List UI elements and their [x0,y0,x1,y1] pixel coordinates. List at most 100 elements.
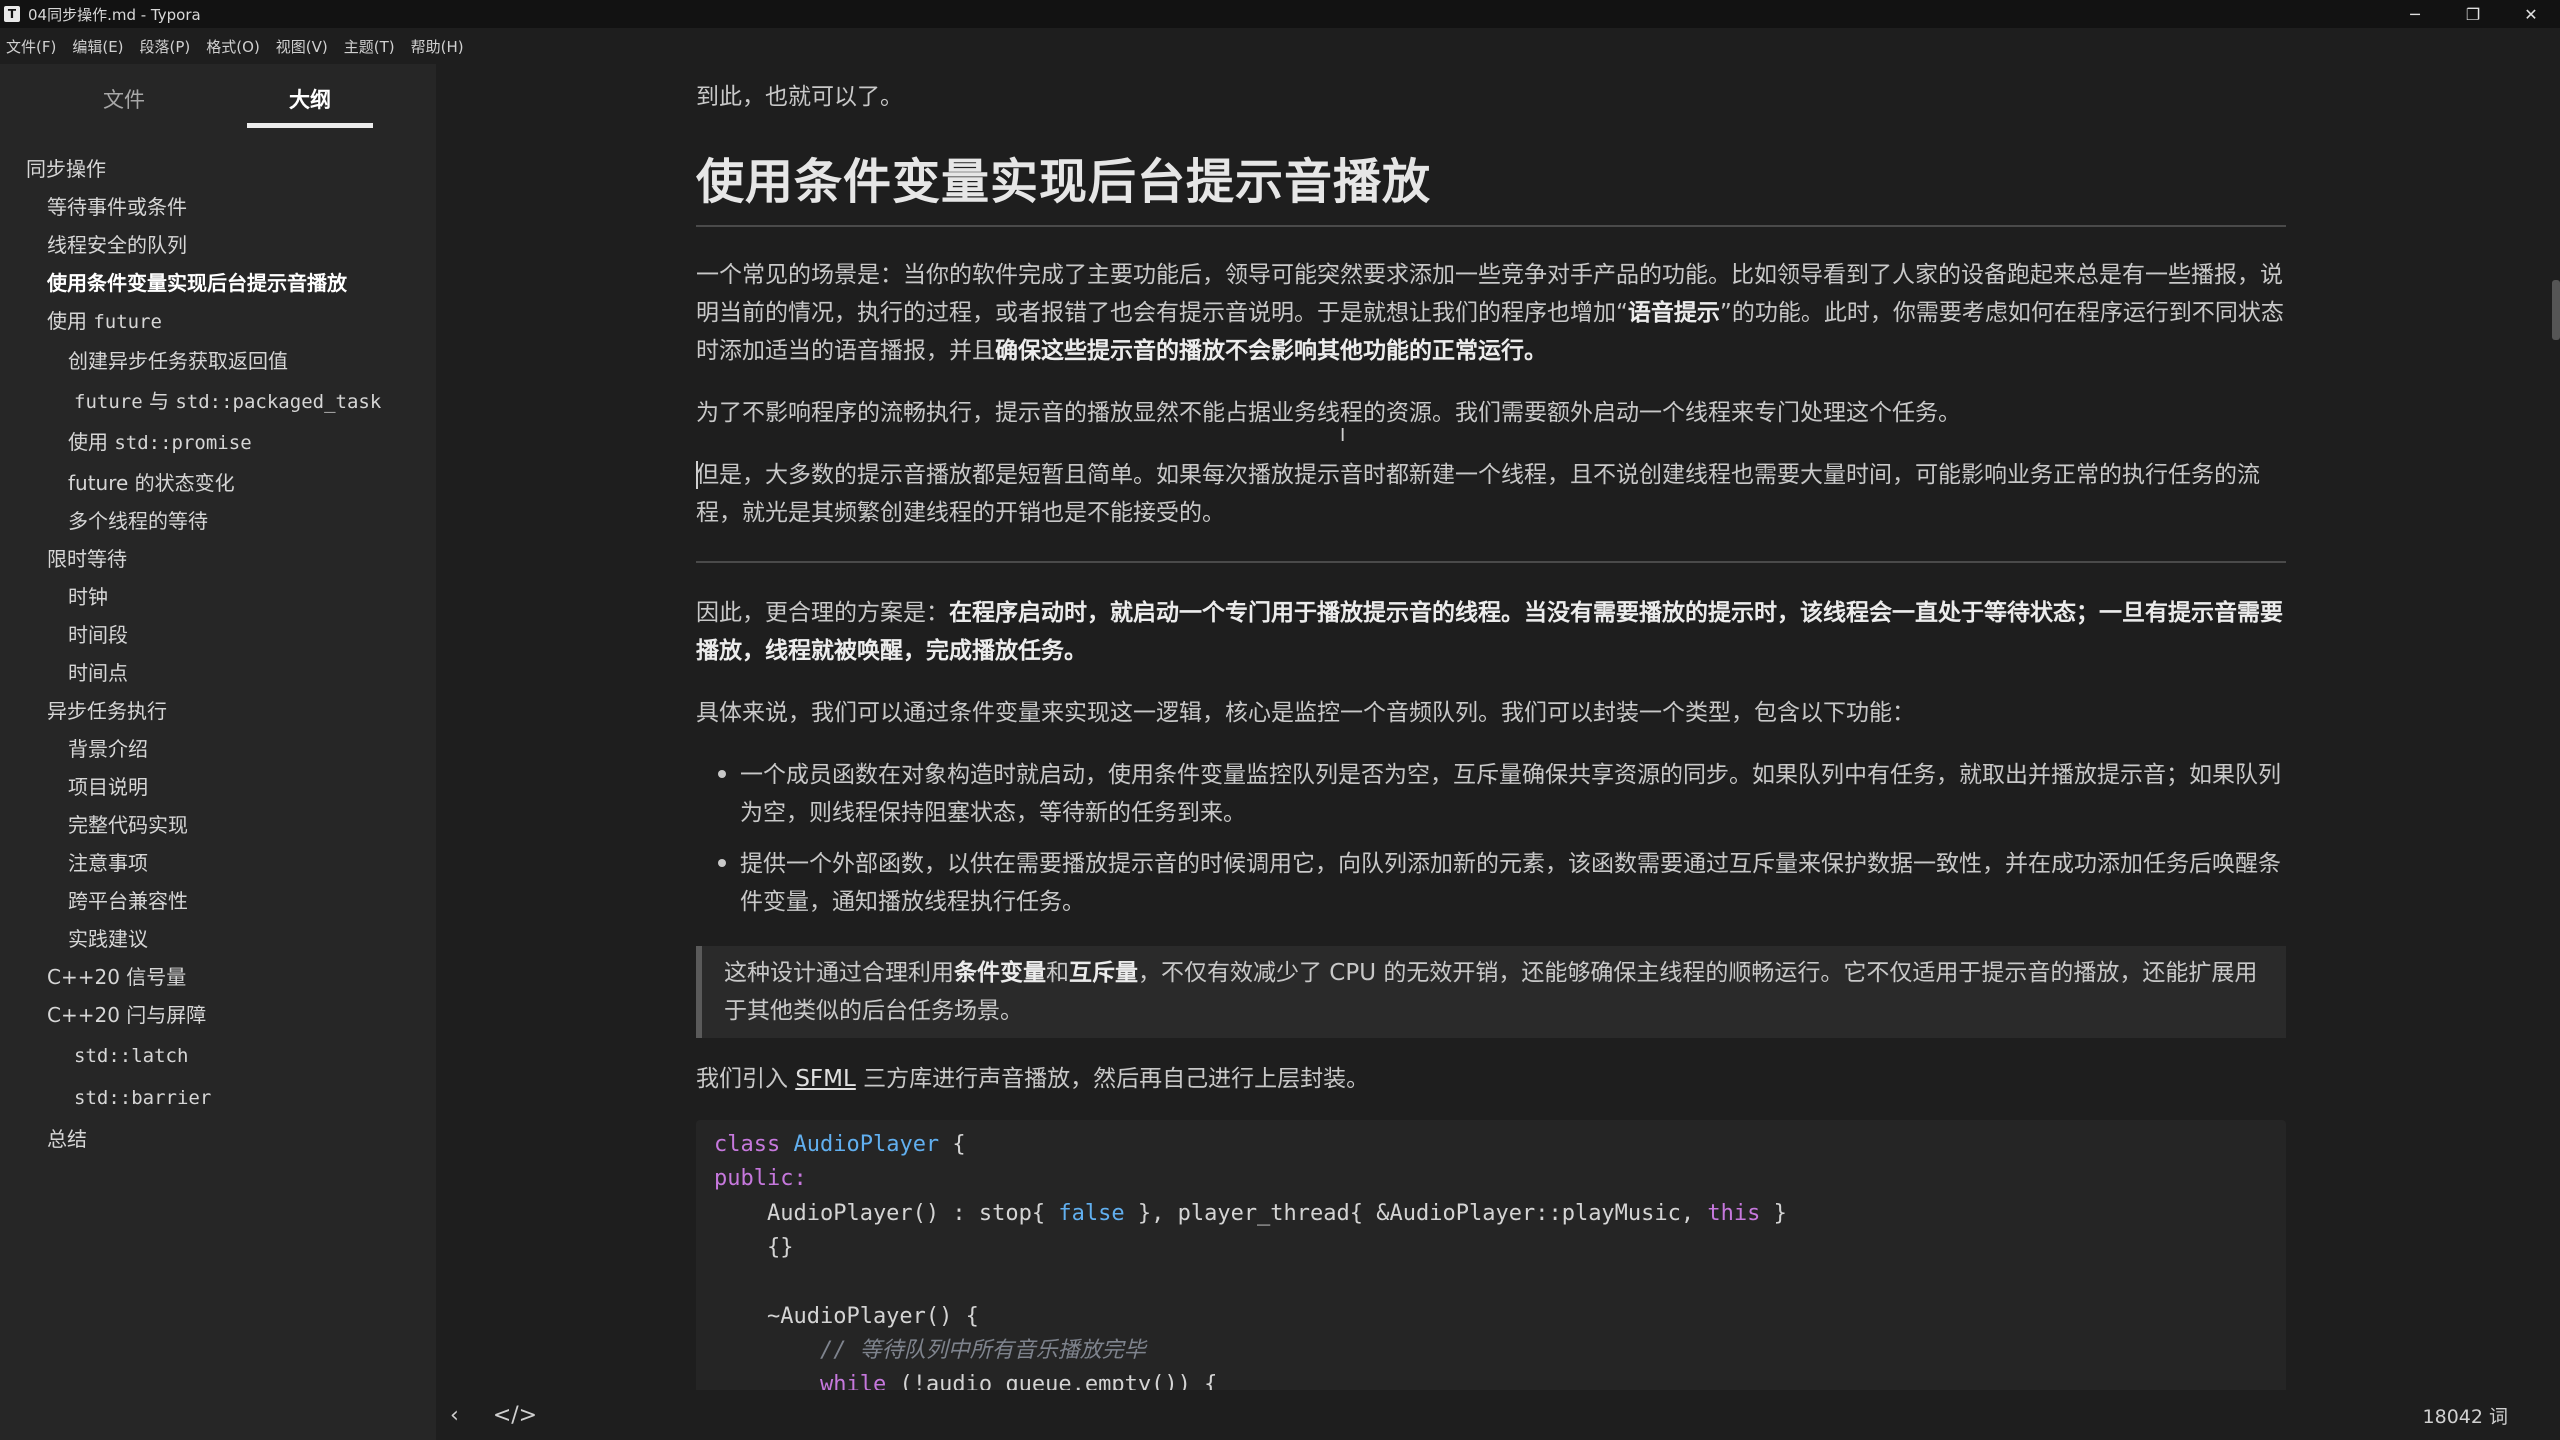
outline-item-label: C++20 闩与屏障 [47,1003,207,1027]
outline-item[interactable]: 限时等待 [47,540,127,578]
outline-item-code: future [74,391,143,413]
code-block[interactable]: class AudioPlayer { public: AudioPlayer(… [696,1120,2286,1390]
source-code-mode-icon[interactable]: </> [493,1403,537,1428]
section-heading: 使用条件变量实现后台提示音播放 [696,154,1432,210]
outline-item[interactable]: 时间段 [68,616,128,654]
tab-outline[interactable]: 大纲 [289,84,331,114]
menu-theme[interactable]: 主题(T) [344,36,395,57]
outline-item[interactable]: 异步任务执行 [47,692,167,730]
outline-item[interactable]: 使用 future [47,302,162,340]
outline-item[interactable]: future 与 std::packaged_task [74,382,381,420]
paragraph: 到此，也就可以了。 [696,84,903,110]
outline-item-label: 线程安全的队列 [47,233,187,257]
outline-item[interactable]: 多个线程的等待 [68,502,208,540]
menu-file[interactable]: 文件(F) [6,36,56,57]
outline-item[interactable]: 注意事项 [68,844,148,882]
keyword: class [714,1132,781,1157]
outline-item-label: 多个线程的等待 [68,509,208,533]
outline-item[interactable]: 等待事件或条件 [47,188,187,226]
type-name: AudioPlayer [793,1132,940,1157]
close-button[interactable]: ✕ [2502,0,2560,28]
keyword: while [819,1372,887,1390]
outline-item[interactable]: 同步操作 [26,150,106,188]
blockquote-text: 这种设计通过合理利用条件变量和互斥量，不仅有效减少了 CPU 的无效开销，还能够… [724,954,2274,1030]
outline-item-code: std::promise [114,432,252,454]
word-count[interactable]: 18042 词 [2423,1402,2508,1429]
outline-item-label: 时间点 [68,661,128,685]
outline-item[interactable]: 完整代码实现 [68,806,188,844]
outline-item-label: 异步任务执行 [47,699,167,723]
outline-item[interactable]: 实践建议 [68,920,148,958]
outline-item[interactable]: std::latch [74,1036,188,1074]
code-line: while (!audio_queue.empty()) { [714,1368,1217,1390]
menu-paragraph[interactable]: 段落(P) [140,36,191,57]
outline-item[interactable]: C++20 信号量 [47,958,186,996]
literal: false [1058,1201,1125,1226]
minimize-button[interactable]: ─ [2386,0,2444,28]
bold-text: 互斥量 [1069,960,1138,986]
outline-item-label: 使用条件变量实现后台提示音播放 [47,271,347,295]
outline-item[interactable]: future 的状态变化 [68,464,235,502]
code-comment: // 等待队列中所有音乐播放完毕 [714,1338,1146,1363]
code-line: {} [714,1235,794,1260]
outline-item-label: 与 [149,389,169,413]
menu-bar: 文件(F) 编辑(E) 段落(P) 格式(O) 视图(V) 主题(T) 帮助(H… [0,28,2560,64]
outline-item[interactable]: 线程安全的队列 [47,226,187,264]
outline-item-label: 注意事项 [68,851,148,875]
quote-text: 这种设计通过合理利用 [724,960,954,986]
editor-area[interactable]: 到此，也就可以了。 使用条件变量实现后台提示音播放 一个常见的场景是：当你的软件… [436,64,2560,1390]
outline-item-label: 完整代码实现 [68,813,188,837]
scrollbar-thumb[interactable] [2552,280,2560,340]
outline-item-label: 时钟 [68,585,108,609]
sidebar: 文件 大纲 同步操作 等待事件或条件 线程安全的队列 使用条件变量实现后台提示音… [0,64,436,1440]
outline-item[interactable]: 创建异步任务获取返回值 [68,342,288,380]
bold-text: 语音提示 [1627,300,1720,326]
outline-item[interactable]: 跨平台兼容性 [68,882,188,920]
code-text: } [1760,1201,1787,1226]
paragraph: 因此，更合理的方案是：在程序启动时，就启动一个专门用于播放提示音的线程。当没有需… [696,594,2286,670]
outline-item[interactable]: 时间点 [68,654,128,692]
outline-item[interactable]: 时钟 [68,578,108,616]
horizontal-rule [696,561,2286,563]
outline-item-label: 限时等待 [47,547,127,571]
outline-item-label: 同步操作 [26,157,106,181]
bold-text: 条件变量 [954,960,1046,986]
status-bar: ‹ </> 18042 词 [436,1390,2560,1440]
restore-button[interactable]: ❐ [2444,0,2502,28]
menu-edit[interactable]: 编辑(E) [72,36,123,57]
menu-format[interactable]: 格式(O) [206,36,260,57]
outline-item-code: future [93,311,162,333]
title-bar: T 04同步操作.md - Typora ─ ❐ ✕ [0,0,2560,28]
outline-item[interactable]: 项目说明 [68,768,148,806]
code-line: class AudioPlayer { [714,1128,966,1162]
paragraph: 我们引入 SFML 三方库进行声音播放，然后再自己进行上层封装。 [696,1060,2286,1098]
code-text: AudioPlayer() : stop{ [714,1201,1059,1226]
outline-item[interactable]: std::barrier [74,1078,211,1116]
quote-text: 和 [1046,960,1069,986]
code-text: (!audio_queue.empty()) { [886,1372,1218,1390]
outline-item-label: future 的状态变化 [68,471,235,495]
tab-files[interactable]: 文件 [103,84,145,114]
code-text: }, player_thread{ &AudioPlayer::playMusi… [1124,1201,1708,1226]
outline-item[interactable]: 使用 std::promise [68,423,252,461]
list-item: 提供一个外部函数，以供在需要播放提示音的时候调用它，向队列添加新的元素，该函数需… [740,851,2281,915]
outline-item[interactable]: 背景介绍 [68,730,148,768]
paragraph: 为了不影响程序的流畅执行，提示音的播放显然不能占据业务线程的资源。我们需要额外启… [696,400,1961,426]
code-line: ~AudioPlayer() { [714,1304,979,1329]
blockquote: 这种设计通过合理利用条件变量和互斥量，不仅有效减少了 CPU 的无效开销，还能够… [696,946,2286,1038]
bullet-icon [718,770,726,778]
code-text: { [939,1132,966,1157]
outline-item[interactable]: C++20 闩与屏障 [47,996,206,1034]
outline-item-label: C++20 信号量 [47,965,187,989]
keyword: this [1707,1201,1761,1226]
paragraph-text: 我们引入 [696,1066,796,1092]
outline-item[interactable]: 总结 [47,1120,87,1158]
menu-view[interactable]: 视图(V) [276,36,328,57]
menu-help[interactable]: 帮助(H) [411,36,464,57]
sfml-link[interactable]: SFML [795,1066,856,1092]
outline-item-label: 使用 [68,430,108,454]
outline-item-active[interactable]: 使用条件变量实现后台提示音播放 [47,264,347,302]
outline-item-label: 时间段 [68,623,128,647]
sidebar-tabs: 文件 大纲 [0,64,436,134]
toggle-sidebar-icon[interactable]: ‹ [450,1403,459,1428]
